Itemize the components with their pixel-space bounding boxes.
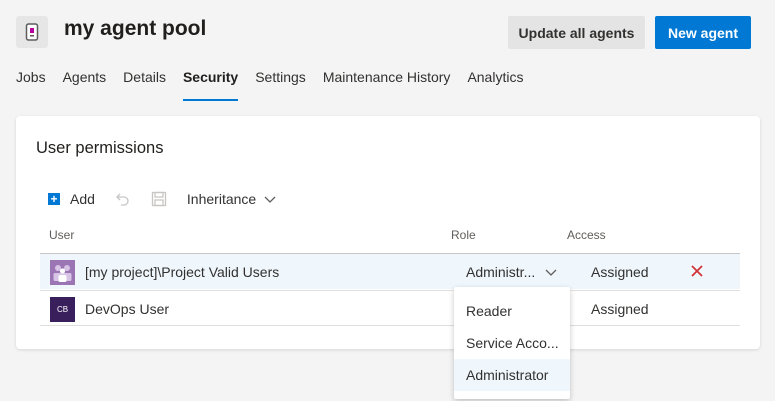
role-dropdown[interactable]: Administr... xyxy=(466,264,557,280)
role-option-service-account[interactable]: Service Acco... xyxy=(454,327,570,359)
group-icon xyxy=(50,260,75,285)
column-header-access[interactable]: Access xyxy=(567,228,606,242)
remove-icon[interactable] xyxy=(690,264,704,281)
card-title: User permissions xyxy=(36,139,164,157)
agent-pool-icon xyxy=(16,16,48,48)
add-label: Add xyxy=(70,191,95,207)
tab-details[interactable]: Details xyxy=(123,69,166,101)
update-all-agents-button[interactable]: Update all agents xyxy=(508,16,645,49)
page-header: my agent pool Update all agents New agen… xyxy=(0,0,775,64)
undo-button[interactable] xyxy=(115,191,131,207)
user-avatar: CB xyxy=(50,297,75,322)
user-name: [my project]\Project Valid Users xyxy=(85,264,280,280)
save-icon xyxy=(151,191,167,207)
chevron-down-icon xyxy=(264,196,276,203)
plus-icon: + xyxy=(48,193,60,205)
tab-jobs[interactable]: Jobs xyxy=(16,69,46,101)
column-header-user[interactable]: User xyxy=(49,228,74,242)
column-header-role[interactable]: Role xyxy=(451,228,476,242)
chevron-down-icon xyxy=(545,269,557,276)
tab-settings[interactable]: Settings xyxy=(255,69,306,101)
inheritance-dropdown[interactable]: Inheritance xyxy=(187,191,276,207)
new-agent-button[interactable]: New agent xyxy=(655,16,751,49)
tab-agents[interactable]: Agents xyxy=(63,69,107,101)
permissions-toolbar: + Add Inheritance xyxy=(48,189,296,209)
undo-icon xyxy=(116,193,129,206)
access-value: Assigned xyxy=(591,264,649,280)
table-row[interactable]: [my project]\Project Valid Users Adminis… xyxy=(40,253,740,289)
add-button[interactable]: + Add xyxy=(48,191,95,207)
tab-analytics[interactable]: Analytics xyxy=(467,69,523,101)
tab-security[interactable]: Security xyxy=(182,69,239,101)
user-name: DevOps User xyxy=(85,301,170,317)
table-row[interactable]: CB DevOps User Assigned xyxy=(40,290,740,326)
save-button[interactable] xyxy=(151,191,167,207)
role-dropdown-menu: Reader Service Acco... Administrator xyxy=(454,287,570,399)
inheritance-label: Inheritance xyxy=(186,191,257,207)
user-permissions-card: User permissions + Add Inheritance User xyxy=(16,116,760,349)
role-option-administrator[interactable]: Administrator xyxy=(454,359,570,391)
role-value: Administr... xyxy=(466,264,536,280)
tab-bar: Jobs Agents Details Security Settings Ma… xyxy=(16,69,540,101)
page-title: my agent pool xyxy=(64,17,207,40)
access-value: Assigned xyxy=(591,301,649,317)
table-header: User Role Access xyxy=(16,228,760,244)
role-option-reader[interactable]: Reader xyxy=(454,295,570,327)
tab-maintenance-history[interactable]: Maintenance History xyxy=(323,69,451,101)
